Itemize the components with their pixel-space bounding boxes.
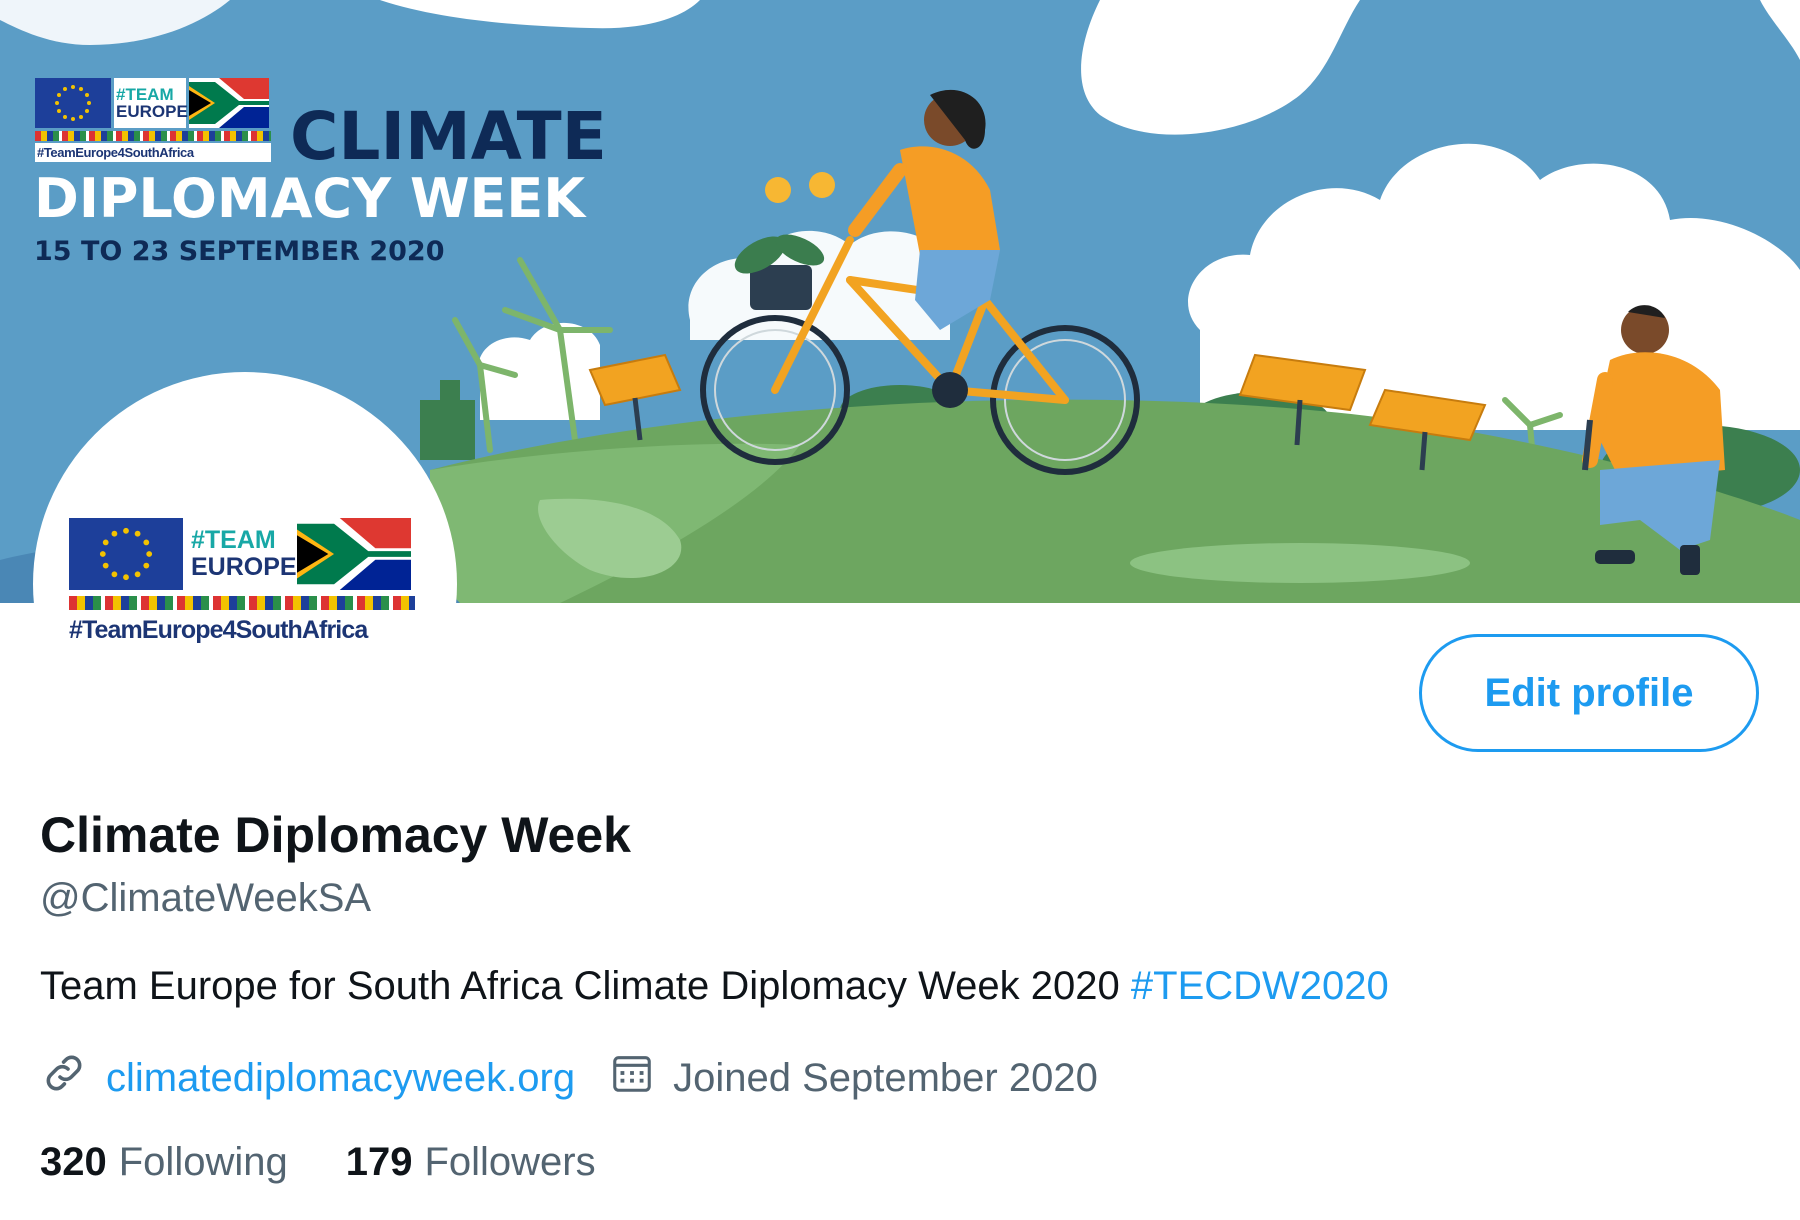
team-europe-wordmark: #TEAM EUROPE: [191, 526, 297, 581]
avatar-hashtag: #TeamEurope4SouthAfrica: [69, 616, 368, 644]
followers-count: 179: [345, 1140, 413, 1184]
edit-profile-button[interactable]: Edit profile: [1419, 634, 1759, 752]
followers-link[interactable]: 179 Followers: [346, 1140, 596, 1185]
followers-label: Followers: [424, 1140, 596, 1184]
profile-stats: 320 Following 179 Followers: [40, 1140, 596, 1185]
calendar-icon: [609, 1050, 655, 1106]
banner-title-line2: DIPLOMACY WEEK: [34, 167, 586, 230]
banner-title-line1: CLIMATE: [290, 98, 607, 175]
display-name: Climate Diplomacy Week: [40, 807, 631, 863]
banner-logo-hashtag: #TeamEurope4SouthAfrica: [35, 143, 271, 162]
team-europe-banner-logo: #TEAM EUROPE #TeamEurope4SouthAfrica: [35, 78, 271, 162]
flags-strip: [35, 131, 271, 141]
eu-flag-icon: [35, 78, 111, 128]
team-europe-avatar-logo: #TEAM EUROPE #TeamEurope4SouthAfrica: [69, 518, 415, 645]
joined-date: Joined September 2020: [673, 1055, 1098, 1100]
profile-meta: climatediplomacyweek.org Joined Septembe…: [40, 1050, 1098, 1106]
user-handle: @ClimateWeekSA: [40, 876, 372, 920]
website-link[interactable]: climatediplomacyweek.org: [106, 1056, 575, 1101]
south-africa-flag-icon: [297, 518, 411, 590]
banner-dates: 15 TO 23 SEPTEMBER 2020: [34, 236, 445, 267]
following-link[interactable]: 320 Following: [40, 1140, 288, 1185]
bio-hashtag-link[interactable]: #TECDW2020: [1131, 964, 1389, 1008]
flags-strip: [69, 596, 415, 610]
team-europe-wordmark: #TEAM EUROPE: [114, 78, 188, 128]
bio-text: Team Europe for South Africa Climate Dip…: [40, 964, 1131, 1008]
following-label: Following: [118, 1140, 288, 1184]
profile-avatar[interactable]: #TEAM EUROPE #TeamEurope4SouthAfrica: [33, 372, 457, 796]
link-icon: [40, 1049, 88, 1107]
following-count: 320: [40, 1140, 107, 1184]
profile-bio: Team Europe for South Africa Climate Dip…: [40, 964, 1389, 1009]
south-africa-flag-icon: [189, 78, 269, 128]
eu-flag-icon: [69, 518, 183, 590]
